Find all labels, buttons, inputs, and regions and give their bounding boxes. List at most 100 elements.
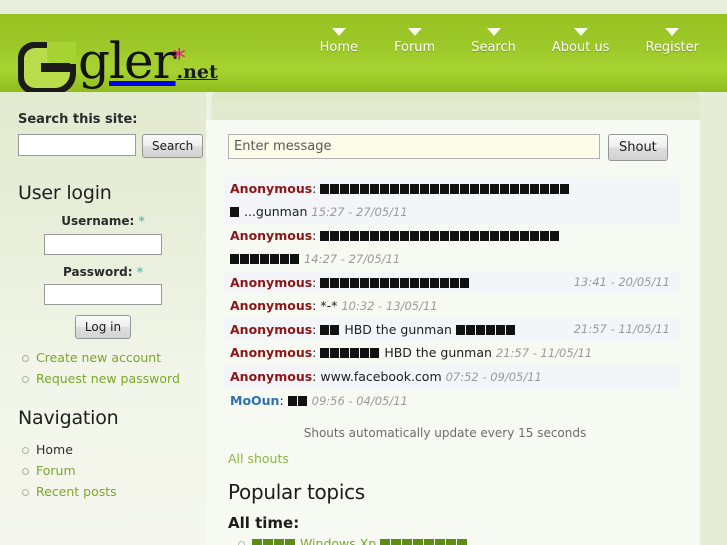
missing-glyph-icon [252, 539, 262, 545]
missing-glyph-icon [330, 325, 340, 335]
missing-glyph-icon [450, 278, 460, 288]
missing-glyph-icon [480, 231, 490, 241]
missing-glyph-icon [510, 184, 520, 194]
panel-header-bar [212, 92, 700, 120]
missing-glyph-icon [230, 207, 239, 217]
missing-glyph-icon [420, 184, 430, 194]
missing-glyph-icon [320, 184, 330, 194]
missing-glyph-icon [340, 231, 350, 241]
shout-button[interactable]: Shout [608, 134, 668, 161]
missing-glyph-icon [560, 184, 570, 194]
missing-glyph-icon [450, 184, 460, 194]
content-panel: Shout Anonymous: ...gunman 15:27 - 27/05… [206, 92, 700, 545]
panel-body: Shout Anonymous: ...gunman 15:27 - 27/05… [206, 120, 700, 545]
missing-glyph-icon [520, 231, 530, 241]
missing-glyph-icon [285, 539, 295, 545]
shout-author[interactable]: Anonymous [230, 228, 312, 243]
missing-glyph-icon [340, 184, 350, 194]
shout-row: Anonymous: [224, 177, 680, 200]
missing-glyph-icon [350, 278, 360, 288]
missing-glyph-icon [402, 539, 413, 545]
site-logo[interactable]: gler .net * [18, 36, 218, 100]
missing-glyph-icon [500, 231, 510, 241]
shout-author[interactable]: Anonymous [230, 322, 312, 337]
shout-author[interactable]: Anonymous [230, 369, 312, 384]
sidebar: Search this site: Search User login User… [0, 92, 206, 545]
missing-glyph-icon [360, 348, 370, 358]
list-item: Windows Xp [238, 534, 682, 545]
missing-glyph-icon [330, 231, 340, 241]
missing-glyph-icon [550, 231, 560, 241]
missing-glyph-icon [340, 278, 350, 288]
missing-glyph-icon [475, 325, 485, 335]
shout-timestamp: 21:57 - 11/05/11 [573, 322, 670, 336]
shout-author[interactable]: Anonymous [230, 275, 312, 290]
missing-glyph-icon [270, 254, 279, 264]
topic-link[interactable]: Windows Xp [252, 536, 468, 545]
missing-glyph-icon [400, 231, 410, 241]
primary-nav: Home Forum Search About us Register [302, 28, 717, 61]
missing-glyph-icon [390, 278, 400, 288]
shout-message [320, 275, 470, 290]
shout-author[interactable]: Anonymous [230, 181, 312, 196]
shout-input[interactable] [228, 134, 600, 159]
nav-label: Search [471, 40, 516, 55]
search-label: Search this site: [18, 112, 138, 127]
missing-glyph-icon [263, 539, 273, 545]
missing-glyph-icon [250, 254, 259, 264]
search-block: Search this site: Search [0, 92, 206, 176]
missing-glyph-icon [370, 184, 380, 194]
shout-row: Anonymous: 13:41 - 20/05/11 [224, 271, 680, 294]
missing-glyph-icon [350, 348, 360, 358]
list-item: Request new password [22, 368, 188, 389]
caret-down-icon [573, 28, 588, 36]
shout-message [287, 393, 308, 408]
search-button[interactable]: Search [142, 134, 204, 158]
list-item: Create new account [22, 347, 188, 368]
nav-item-home[interactable]: Home [302, 28, 376, 61]
shout-row: Anonymous: [224, 224, 680, 247]
nav-item-forum[interactable]: Forum [376, 28, 453, 61]
missing-glyph-icon [400, 184, 410, 194]
missing-glyph-icon [540, 231, 550, 241]
missing-glyph-icon [330, 278, 340, 288]
missing-glyph-icon [380, 231, 390, 241]
sidebar-item-recent-posts[interactable]: Recent posts [36, 484, 117, 499]
log-in-button[interactable]: Log in [74, 315, 132, 339]
missing-glyph-icon [240, 254, 249, 264]
shout-message: www.facebook.com [320, 369, 446, 384]
missing-glyph-icon [330, 348, 340, 358]
missing-glyph-icon [424, 539, 435, 545]
create-new-account-link[interactable]: Create new account [36, 350, 161, 365]
shout-author[interactable]: Anonymous [230, 345, 312, 360]
username-field[interactable] [44, 233, 162, 255]
missing-glyph-icon [460, 278, 470, 288]
search-input[interactable] [18, 134, 136, 156]
nav-label: Forum [393, 40, 436, 55]
nav-item-search[interactable]: Search [453, 28, 534, 61]
user-login-title: User login [18, 182, 112, 204]
navigation-title: Navigation [18, 407, 119, 429]
missing-glyph-icon [320, 278, 330, 288]
nav-item-about-us[interactable]: About us [534, 28, 628, 61]
all-shouts-link[interactable]: All shouts [228, 451, 289, 466]
password-label-text: Password: [63, 264, 133, 279]
missing-glyph-icon [330, 184, 340, 194]
missing-glyph-icon [274, 539, 284, 545]
request-new-password-link[interactable]: Request new password [36, 371, 180, 386]
missing-glyph-icon [495, 325, 505, 335]
shout-author[interactable]: Anonymous [230, 298, 312, 313]
nav-label: About us [551, 40, 610, 55]
caret-down-icon [331, 28, 346, 36]
sidebar-item-home[interactable]: Home [36, 442, 73, 457]
password-field[interactable] [44, 284, 162, 305]
nav-item-register[interactable]: Register [627, 28, 717, 61]
missing-glyph-icon [340, 348, 350, 358]
shout-author[interactable]: MoOun [230, 393, 279, 408]
sidebar-item-forum[interactable]: Forum [36, 463, 76, 478]
password-row: Password: * [0, 264, 206, 305]
username-label-text: Username: [61, 214, 135, 228]
top-strip [0, 0, 727, 14]
shout-row: ...gunman 15:27 - 27/05/11 [224, 200, 680, 224]
missing-glyph-icon [460, 231, 470, 241]
